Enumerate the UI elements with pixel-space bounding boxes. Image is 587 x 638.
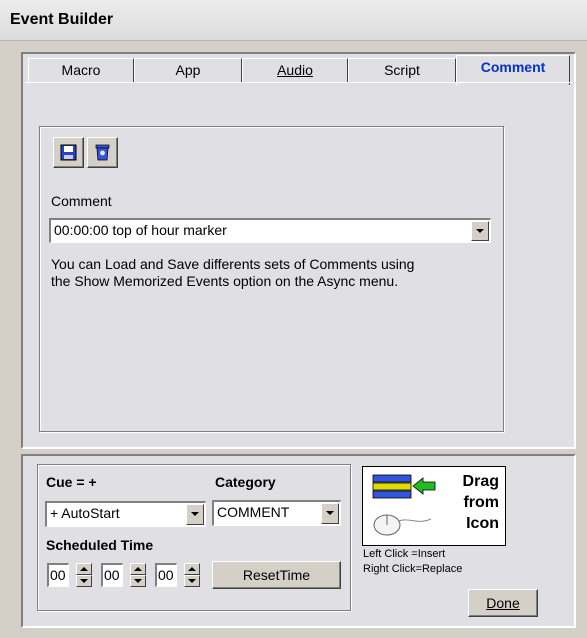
cue-combo[interactable]: + AutoStart (45, 501, 206, 527)
drag-text-line1: Drag (462, 473, 499, 490)
chevron-down-icon[interactable] (321, 503, 339, 524)
done-button[interactable]: Done (468, 589, 538, 617)
minutes-down-button[interactable] (130, 575, 146, 587)
cue-label: Cue = + (46, 474, 97, 490)
minutes-value: 00 (104, 567, 120, 583)
hours-input[interactable]: 00 (47, 563, 69, 587)
tab-comment-label: Comment (480, 59, 546, 75)
drag-text-line3: Icon (466, 515, 499, 532)
drag-text: Drag from Icon (463, 471, 499, 534)
comment-label: Comment (51, 193, 112, 209)
tab-comment[interactable]: Comment (456, 55, 570, 85)
done-label: Done (486, 595, 520, 611)
right-click-hint: Right Click=Replace (363, 563, 463, 575)
hours-down-button[interactable] (76, 575, 92, 587)
drag-from-icon-box[interactable]: Drag from Icon (362, 466, 506, 546)
delete-button[interactable] (87, 137, 118, 168)
drag-text-line2: from (463, 494, 499, 511)
scheduled-time-label: Scheduled Time (46, 537, 154, 553)
delete-icon (95, 144, 110, 161)
category-value: COMMENT (217, 504, 290, 520)
tab-macro[interactable]: Macro (28, 58, 134, 82)
tab-script-label: Script (384, 62, 420, 78)
seconds-down-button[interactable] (184, 575, 200, 587)
help-text-line2: the Show Memorized Events option on the … (51, 273, 399, 289)
tab-app-label: App (175, 62, 201, 78)
tab-script[interactable]: Script (348, 58, 456, 82)
save-icon (60, 144, 77, 161)
chevron-down-icon[interactable] (186, 504, 204, 525)
hours-up-button[interactable] (76, 563, 92, 575)
window-title: Event Builder (10, 11, 114, 28)
category-label: Category (215, 474, 276, 490)
seconds-input[interactable]: 00 (155, 563, 177, 587)
title-bar[interactable]: Event Builder (0, 0, 587, 41)
tab-macro-label: Macro (61, 62, 101, 78)
cue-value: + AutoStart (50, 505, 120, 521)
minutes-up-button[interactable] (130, 563, 146, 575)
seconds-value: 00 (158, 567, 174, 583)
reset-time-button[interactable]: ResetTime (212, 561, 341, 589)
tab-audio-label: Audio (277, 62, 313, 78)
reset-time-label: ResetTime (242, 567, 311, 583)
event-drag-icon (372, 474, 436, 536)
help-text-line1: You can Load and Save differents sets of… (51, 256, 415, 272)
tab-audio[interactable]: Audio (242, 58, 348, 82)
minutes-input[interactable]: 00 (101, 563, 123, 587)
left-click-hint: Left Click =Insert (363, 548, 446, 560)
tab-app[interactable]: App (134, 58, 242, 82)
category-combo[interactable]: COMMENT (212, 500, 341, 526)
hours-value: 00 (50, 567, 66, 583)
seconds-up-button[interactable] (184, 563, 200, 575)
comment-combo[interactable]: 00:00:00 top of hour marker (49, 218, 491, 243)
event-builder-window: Event Builder Macro App Audio Script Com… (0, 0, 587, 638)
comment-value: 00:00:00 top of hour marker (54, 222, 227, 238)
chevron-down-icon[interactable] (471, 221, 489, 241)
save-button[interactable] (53, 137, 84, 168)
